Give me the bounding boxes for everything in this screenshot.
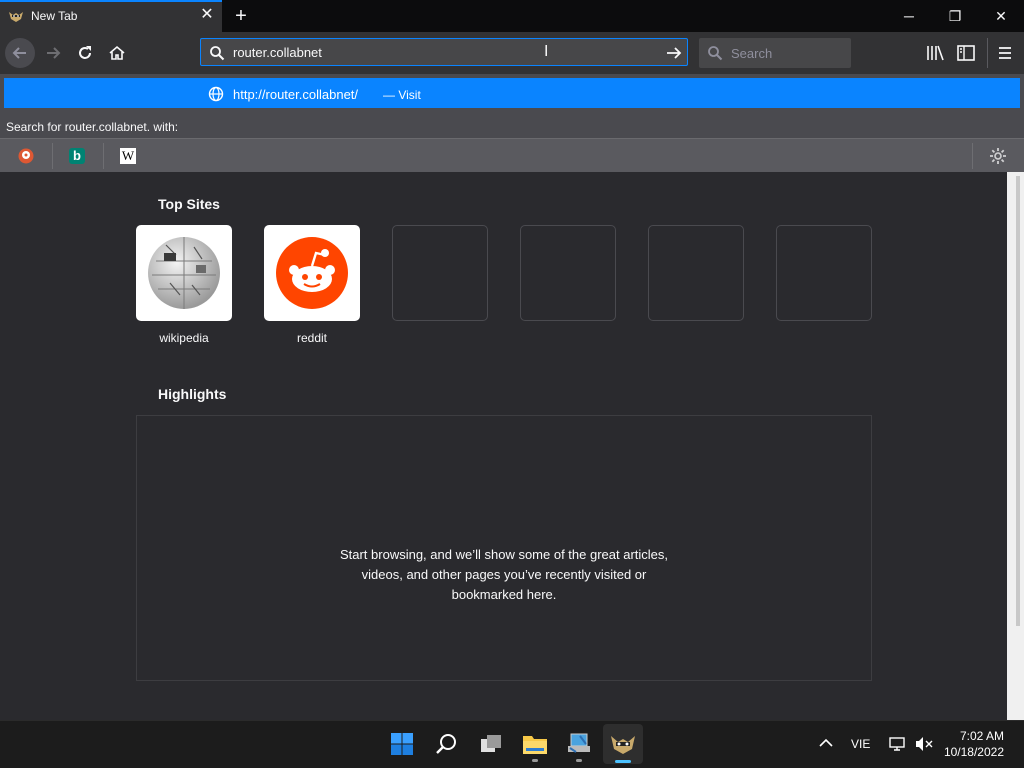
url-input-text[interactable]: router.collabnet [233, 45, 322, 60]
reddit-icon [276, 237, 348, 309]
search-icon [436, 734, 456, 754]
wikipedia-globe-icon [148, 237, 220, 309]
task-view-icon [481, 735, 501, 752]
top-site-tile-empty[interactable] [520, 225, 616, 321]
control-panel-button[interactable] [561, 726, 597, 762]
search-icon [708, 46, 723, 61]
volume-muted-icon[interactable] [915, 736, 933, 752]
control-panel-icon [568, 733, 590, 753]
go-arrow-icon[interactable] [665, 44, 683, 62]
chevron-up-icon[interactable] [819, 738, 833, 748]
library-icon[interactable] [926, 45, 944, 61]
network-icon[interactable] [889, 736, 907, 752]
top-sites-title: Top Sites [158, 196, 220, 212]
home-button[interactable] [102, 38, 132, 68]
top-site-label: reddit [296, 331, 328, 345]
new-tab-button[interactable]: + [230, 4, 252, 28]
suggestion-action: — Visit [383, 88, 421, 102]
running-indicator [576, 759, 582, 762]
input-language-indicator[interactable]: VIE [851, 737, 870, 751]
top-site-tile-empty[interactable] [776, 225, 872, 321]
top-site-tile-wikipedia[interactable] [136, 225, 232, 321]
task-view-button[interactable] [473, 726, 509, 762]
close-window-button[interactable]: ✕ [978, 0, 1024, 32]
windows-logo-icon [391, 733, 413, 755]
one-off-search-engines [0, 138, 1024, 172]
minimize-button[interactable]: ─ [886, 0, 932, 32]
reload-icon [79, 46, 91, 59]
top-site-tile-reddit[interactable] [264, 225, 360, 321]
firefox-raccoon-icon [9, 12, 23, 22]
suggestion-url: http://router.collabnet/ [233, 87, 359, 102]
url-suggestion-row[interactable] [4, 78, 1020, 108]
back-button[interactable] [5, 38, 35, 68]
firefox-taskbar-icon-wrap[interactable] [605, 726, 641, 762]
forward-arrow-icon [47, 47, 61, 59]
bing-engine-button[interactable]: b [63, 145, 91, 167]
tab-close-icon[interactable]: ✕ [198, 6, 216, 24]
taskbar-search-button[interactable] [429, 726, 465, 762]
highlights-message-line: videos, and other pages you’ve recently … [361, 567, 647, 582]
bing-icon: b [69, 148, 85, 164]
scrollbar-thumb[interactable] [1016, 176, 1020, 626]
running-indicator [532, 759, 538, 762]
folder-icon [523, 736, 547, 754]
wikipedia-icon: W [120, 148, 136, 164]
toolbar-separator [987, 38, 988, 68]
search-icon [210, 46, 225, 61]
tab-title: New Tab [31, 9, 78, 23]
back-arrow-icon [12, 47, 26, 59]
duckduckgo-engine-button[interactable] [12, 145, 40, 167]
reload-button[interactable] [70, 38, 100, 68]
globe-icon [208, 86, 224, 102]
firefox-raccoon-icon [611, 736, 635, 754]
highlights-title: Highlights [158, 386, 227, 402]
active-indicator [615, 760, 631, 763]
windows-taskbar [0, 720, 1024, 768]
top-site-tile-empty[interactable] [648, 225, 744, 321]
gear-icon[interactable] [989, 147, 1007, 165]
text-cursor-icon: I [544, 43, 549, 60]
home-icon [109, 45, 125, 60]
search-placeholder: Search [731, 46, 773, 61]
clock-time[interactable]: 7:02 AM [948, 729, 1004, 743]
sidebar-icon[interactable] [957, 45, 975, 61]
forward-button[interactable] [38, 38, 68, 68]
clock-date[interactable]: 10/18/2022 [942, 745, 1004, 759]
start-button[interactable] [384, 726, 420, 762]
highlights-empty-message: Start browsing, and we’ll show some of t… [300, 545, 708, 605]
engine-separator [52, 143, 53, 169]
highlights-message-line: Start browsing, and we’ll show some of t… [339, 547, 669, 562]
search-with-label: Search for router.collabnet. with: [6, 120, 179, 134]
hamburger-menu-icon[interactable] [996, 45, 1014, 61]
engine-separator [972, 143, 973, 169]
top-site-tile-empty[interactable] [392, 225, 488, 321]
top-site-label: wikipedia [159, 331, 209, 345]
duckduckgo-icon [18, 148, 34, 164]
highlights-message-line: bookmarked here. [451, 587, 557, 602]
wikipedia-engine-button[interactable]: W [114, 145, 142, 167]
file-explorer-button[interactable] [517, 726, 553, 762]
engine-separator [103, 143, 104, 169]
restore-button[interactable]: ❐ [932, 0, 978, 32]
